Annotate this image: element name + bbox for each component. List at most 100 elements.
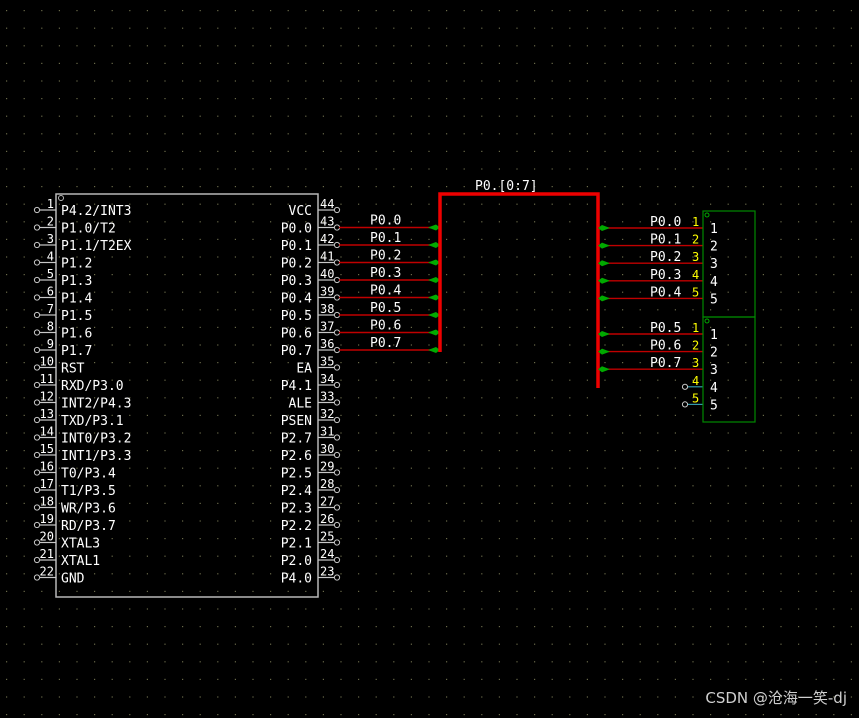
grid-dot xyxy=(375,45,377,47)
chip-pin-label: P0.4 xyxy=(281,292,312,307)
grid-dot xyxy=(762,115,764,117)
grid-dot xyxy=(657,502,659,504)
grid-dot xyxy=(586,238,588,240)
grid-dot xyxy=(146,696,148,698)
grid-dot xyxy=(463,10,465,12)
grid-dot xyxy=(428,362,430,364)
grid-dot xyxy=(498,45,500,47)
grid-dot xyxy=(780,432,782,434)
grid-dot xyxy=(762,98,764,100)
chip-pin-label: INT0/P3.2 xyxy=(61,432,131,447)
microcontroller-chip[interactable]: 1 P4.2/INT32 P1.0/T23 P1.1/T2EX4 P1.25 P1.36 P… xyxy=(33,193,341,598)
grid-dot xyxy=(234,590,236,592)
grid-dot xyxy=(23,115,25,117)
grid-dot xyxy=(393,10,395,12)
grid-dot xyxy=(498,344,500,346)
grid-dot xyxy=(710,133,712,135)
grid-dot xyxy=(745,555,747,557)
grid-dot xyxy=(358,714,360,716)
chip-pin-label: P0.3 xyxy=(281,274,312,289)
grid-dot xyxy=(111,573,113,575)
grid-dot xyxy=(375,573,377,575)
grid-dot xyxy=(604,397,606,399)
grid-dot xyxy=(815,643,817,645)
grid-dot xyxy=(516,362,518,364)
grid-dot xyxy=(692,168,694,170)
grid-dot xyxy=(850,168,852,170)
grid-dot xyxy=(692,10,694,12)
grid-dot xyxy=(446,150,448,152)
grid-dot xyxy=(393,626,395,628)
bus-p0[interactable]: P0.[0:7] xyxy=(438,179,600,388)
grid-dot xyxy=(780,643,782,645)
grid-dot xyxy=(745,238,747,240)
junction-dot xyxy=(428,224,440,231)
grid-dot xyxy=(270,256,272,258)
chip-pin-number: 15 xyxy=(40,442,54,456)
grid-dot xyxy=(358,10,360,12)
grid-dot xyxy=(111,643,113,645)
grid-dot xyxy=(146,27,148,29)
grid-dot xyxy=(252,168,254,170)
grid-dot xyxy=(798,80,800,82)
grid-dot xyxy=(393,696,395,698)
grid-dot xyxy=(428,502,430,504)
grid-dot xyxy=(199,168,201,170)
grid-dot xyxy=(586,661,588,663)
grid-dot xyxy=(199,696,201,698)
grid-dot xyxy=(393,573,395,575)
grid-dot xyxy=(358,238,360,240)
net-label: P0.2 xyxy=(650,250,681,265)
grid-dot xyxy=(674,133,676,135)
grid-dot xyxy=(252,590,254,592)
grid-dot xyxy=(657,643,659,645)
grid-dot xyxy=(340,643,342,645)
grid-dot xyxy=(692,520,694,522)
grid-dot xyxy=(551,27,553,29)
grid-dot xyxy=(780,203,782,205)
grid-dot xyxy=(446,502,448,504)
grid-dot xyxy=(622,379,624,381)
grid-dot xyxy=(586,62,588,64)
grid-dot xyxy=(762,714,764,716)
grid-dot xyxy=(340,274,342,276)
grid-dot xyxy=(604,203,606,205)
grid-dot xyxy=(833,186,835,188)
grid-dot xyxy=(833,115,835,117)
grid-dot xyxy=(164,168,166,170)
grid-dot xyxy=(727,274,729,276)
grid-dot xyxy=(146,133,148,135)
grid-dot xyxy=(164,467,166,469)
grid-dot xyxy=(639,696,641,698)
grid-dot xyxy=(129,291,131,293)
grid-dot xyxy=(287,45,289,47)
grid-dot xyxy=(622,344,624,346)
grid-dot xyxy=(199,678,201,680)
grid-dot xyxy=(850,379,852,381)
grid-dot xyxy=(833,309,835,311)
grid-dot xyxy=(58,678,60,680)
grid-dot xyxy=(305,643,307,645)
grid-dot xyxy=(481,661,483,663)
grid-dot xyxy=(6,344,8,346)
grid-dot xyxy=(657,115,659,117)
chip-pin-end xyxy=(33,206,41,214)
grid-dot xyxy=(745,608,747,610)
grid-dot xyxy=(58,186,60,188)
grid-dot xyxy=(534,45,536,47)
grid-dot xyxy=(516,696,518,698)
grid-dot xyxy=(727,133,729,135)
grid-dot xyxy=(164,696,166,698)
grid-dot xyxy=(481,309,483,311)
grid-dot xyxy=(393,520,395,522)
grid-dot xyxy=(94,590,96,592)
grid-dot xyxy=(833,62,835,64)
grid-dot xyxy=(551,291,553,293)
grid-dot xyxy=(199,608,201,610)
connector-1[interactable]: 1 12 23 34 45 5 xyxy=(692,210,756,318)
grid-dot xyxy=(446,27,448,29)
grid-dot xyxy=(710,608,712,610)
grid-dot xyxy=(604,678,606,680)
chip-pin-number: 43 xyxy=(320,215,334,229)
grid-dot xyxy=(146,555,148,557)
